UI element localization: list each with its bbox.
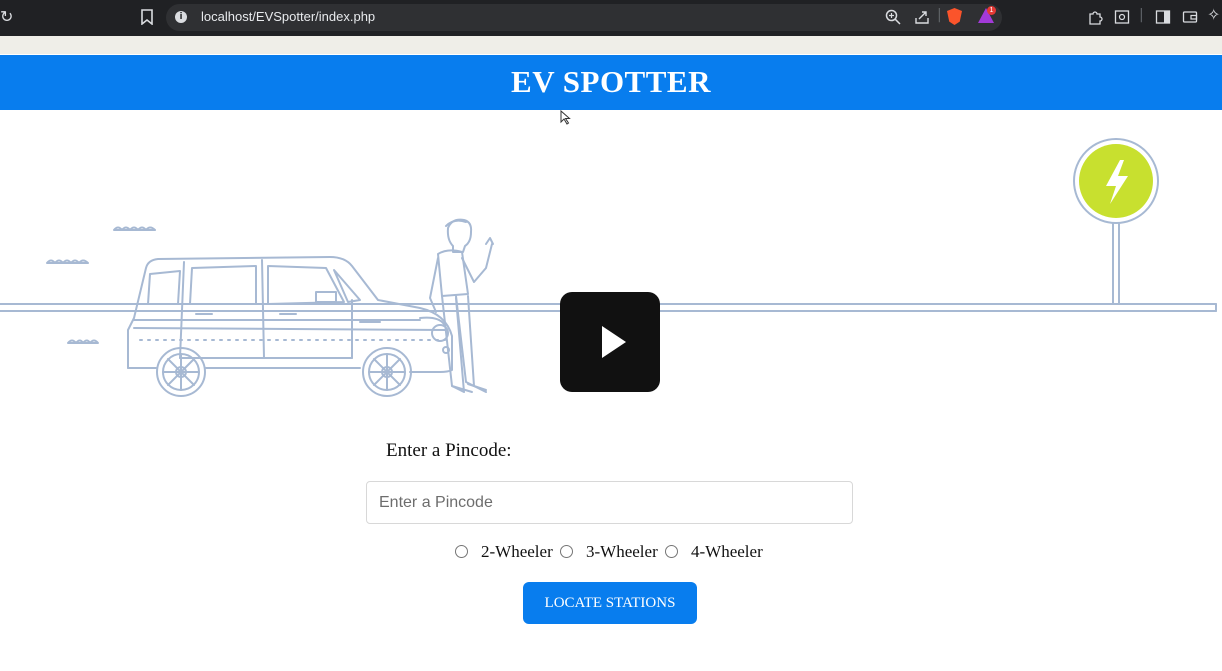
reading-list-icon[interactable] [1114,9,1130,28]
mouse-cursor-icon [560,110,571,125]
wallet-icon[interactable] [1182,9,1198,28]
radio-4-wheeler[interactable] [665,545,678,558]
page-title: EV SPOTTER [511,64,711,99]
radio-label-2-wheeler: 2-Wheeler [481,542,553,561]
radio-label-4-wheeler: 4-Wheeler [691,542,763,561]
reload-icon[interactable]: ↻ [0,9,13,25]
radio-3-wheeler[interactable] [560,545,573,558]
divider: | [1139,7,1144,23]
sidebar-icon[interactable] [1155,9,1171,28]
rewards-badge: 1 [987,6,996,15]
share-icon[interactable] [914,9,930,28]
zoom-icon[interactable] [885,9,901,28]
bookmark-icon[interactable] [141,9,153,28]
divider: | [937,7,942,23]
pincode-input[interactable] [366,481,853,524]
browser-toolbar: ↻ i localhost/EVSpotter/index.php | 1 | … [0,0,1222,36]
locate-stations-button[interactable]: LOCATE STATIONS [523,582,697,624]
url-text[interactable]: localhost/EVSpotter/index.php [201,9,375,24]
leo-icon[interactable]: ✧ [1207,7,1220,23]
radio-2-wheeler[interactable] [455,545,468,558]
radio-label-3-wheeler: 3-Wheeler [586,542,658,561]
info-icon[interactable]: i [175,11,187,23]
extensions-icon[interactable] [1087,9,1103,28]
play-icon[interactable] [560,292,660,392]
pincode-label: Enter a Pincode: [386,440,512,461]
bookmarks-bar [0,36,1222,54]
